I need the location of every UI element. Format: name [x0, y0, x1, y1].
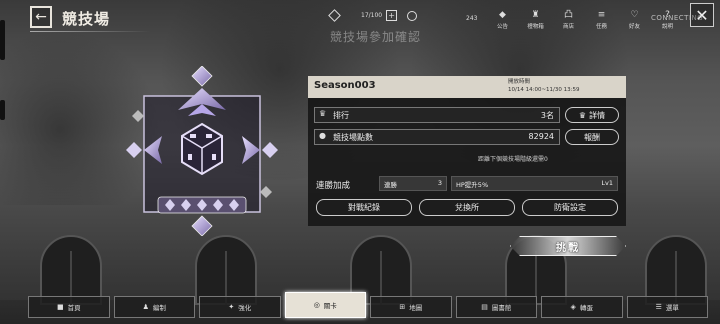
- battle-record-button[interactable]: 對戰紀錄: [316, 199, 412, 216]
- streak-label: 連勝加成: [316, 181, 351, 191]
- formation-icon: ♟: [142, 303, 149, 311]
- page-title: 競技場: [62, 10, 111, 28]
- notice-icon: ◆: [499, 10, 506, 20]
- device-edge: [0, 100, 5, 120]
- nav-library[interactable]: ▤ 圖書館: [455, 296, 537, 318]
- next-rank-note: 距離下個競技場階級還需0: [478, 156, 548, 163]
- stage-icon: ◎: [313, 301, 320, 309]
- library-icon: ▤: [481, 303, 488, 311]
- streak-type-cell: 連勝 3: [379, 176, 447, 191]
- rank-label: 排行: [333, 111, 349, 120]
- top-menu-label: 好友: [628, 24, 640, 30]
- nav-label: 首頁: [67, 304, 81, 312]
- streak-bonus: HP提升5%: [456, 181, 489, 189]
- period-label: 開放時間: [508, 79, 531, 85]
- gift-icon: ♜: [531, 10, 540, 20]
- top-menu-mission[interactable]: ≡ 任務: [585, 10, 618, 30]
- nav-label: 關卡: [323, 302, 337, 310]
- close-button[interactable]: ✕: [690, 3, 714, 27]
- nav-label: 選單: [665, 304, 679, 312]
- arrow-left-icon: ←: [35, 9, 47, 25]
- bottom-navigation: ■ 首頁 ♟ 編制 ✦ 強化 ◎ 關卡 ⊞ 地圖 ▤ 圖書館 ◈ 轉蛋 ☰ 選單: [28, 292, 708, 320]
- top-menu-shop[interactable]: 凸商店: [552, 10, 585, 30]
- defense-setting-button[interactable]: 防衛設定: [522, 199, 618, 216]
- rank-detail-button[interactable]: ♛ 詳情: [565, 107, 619, 123]
- nav-label: 地圖: [409, 304, 423, 312]
- home-icon: ■: [56, 303, 64, 311]
- top-menu-notice[interactable]: ◆ 公告: [486, 10, 519, 30]
- detail-label: 詳情: [589, 110, 606, 120]
- watermark-text: 競技場參加確認: [330, 30, 422, 44]
- friends-icon: ♡: [630, 10, 639, 20]
- shop-icon: 凸: [563, 10, 573, 20]
- arch-window: [195, 235, 257, 305]
- nav-enhance[interactable]: ✦ 強化: [199, 296, 281, 318]
- season-header: Season003 開放時間 10/14 14:00~11/30 13:59: [308, 76, 626, 98]
- top-menu-label: 公告: [496, 24, 508, 30]
- medal-icon: ●: [319, 131, 326, 140]
- exchange-button[interactable]: 兌換所: [419, 199, 515, 216]
- top-menu-label: 商店: [562, 24, 574, 30]
- map-icon: ⊞: [399, 303, 406, 311]
- currency-count: 243: [466, 15, 478, 22]
- reward-label: 報酬: [584, 132, 600, 142]
- nav-gacha[interactable]: ◈ 轉蛋: [541, 296, 623, 318]
- streak-count: 3: [437, 179, 442, 187]
- nav-label: 轉蛋: [579, 304, 593, 312]
- top-menu-label: 說明: [661, 24, 673, 30]
- device-edge: [0, 20, 5, 60]
- nav-formation[interactable]: ♟ 編制: [113, 296, 195, 318]
- stamina-icon: [328, 9, 341, 22]
- crown-icon: ♛: [578, 110, 587, 120]
- back-button[interactable]: ←: [30, 6, 52, 28]
- nav-label: 編制: [152, 304, 166, 312]
- arch-window: [645, 235, 707, 305]
- top-menu-friends[interactable]: ♡ 好友: [618, 10, 651, 30]
- top-menu-giftbox[interactable]: ♜ 禮物箱: [519, 10, 552, 30]
- close-icon: ✕: [695, 5, 709, 25]
- points-row: ● 競技場點數 82924: [314, 129, 560, 145]
- nav-label: 強化: [238, 304, 252, 312]
- top-menu-label: 任務: [595, 24, 607, 30]
- gacha-icon: ◈: [570, 303, 576, 311]
- streak-level: Lv1: [601, 179, 613, 187]
- defense-label: 防衛設定: [554, 203, 586, 212]
- title-divider: [30, 31, 150, 32]
- streak-bonus-cell: HP提升5% Lv1: [451, 176, 618, 191]
- nav-stage[interactable]: ◎ 關卡: [284, 292, 366, 318]
- stamina-value: 17/100: [361, 12, 383, 19]
- enhance-icon: ✦: [228, 303, 235, 311]
- nav-label: 圖書館: [491, 304, 512, 312]
- emblem-graphic: [126, 65, 278, 237]
- challenge-label: 挑戰: [556, 242, 580, 254]
- mission-icon: ≡: [597, 10, 606, 20]
- arena-info-panel: ♛ 排行 3名 ♛ 詳情 ● 競技場點數 82924 報酬 距離下個競技場階級還需…: [308, 98, 626, 226]
- add-stamina-button[interactable]: +: [386, 10, 398, 21]
- exchange-label: 兌換所: [455, 203, 479, 212]
- season-name: Season003: [314, 80, 376, 91]
- top-menu-label: 禮物箱: [527, 24, 544, 30]
- streak-type: 連勝: [384, 181, 397, 189]
- nav-menu[interactable]: ☰ 選單: [626, 296, 708, 318]
- stamina-display: 17/100 +: [328, 9, 418, 22]
- battle-record-label: 對戰紀錄: [348, 203, 380, 212]
- rank-row: ♛ 排行 3名: [314, 107, 560, 123]
- points-label: 競技場點數: [333, 133, 373, 142]
- arch-window: [40, 235, 102, 305]
- reward-button[interactable]: 報酬: [565, 129, 619, 145]
- currency-icon: [407, 10, 418, 21]
- menu-icon: ☰: [655, 303, 662, 311]
- points-value: 82924: [528, 132, 554, 141]
- nav-home[interactable]: ■ 首頁: [28, 296, 110, 318]
- arena-rank-emblem: [118, 65, 286, 237]
- challenge-button[interactable]: 挑戰: [510, 236, 626, 256]
- rank-value: 3名: [540, 111, 554, 120]
- crown-icon: ♛: [319, 109, 327, 118]
- period-value: 10/14 14:00~11/30 13:59: [508, 87, 580, 93]
- nav-map[interactable]: ⊞ 地圖: [370, 296, 452, 318]
